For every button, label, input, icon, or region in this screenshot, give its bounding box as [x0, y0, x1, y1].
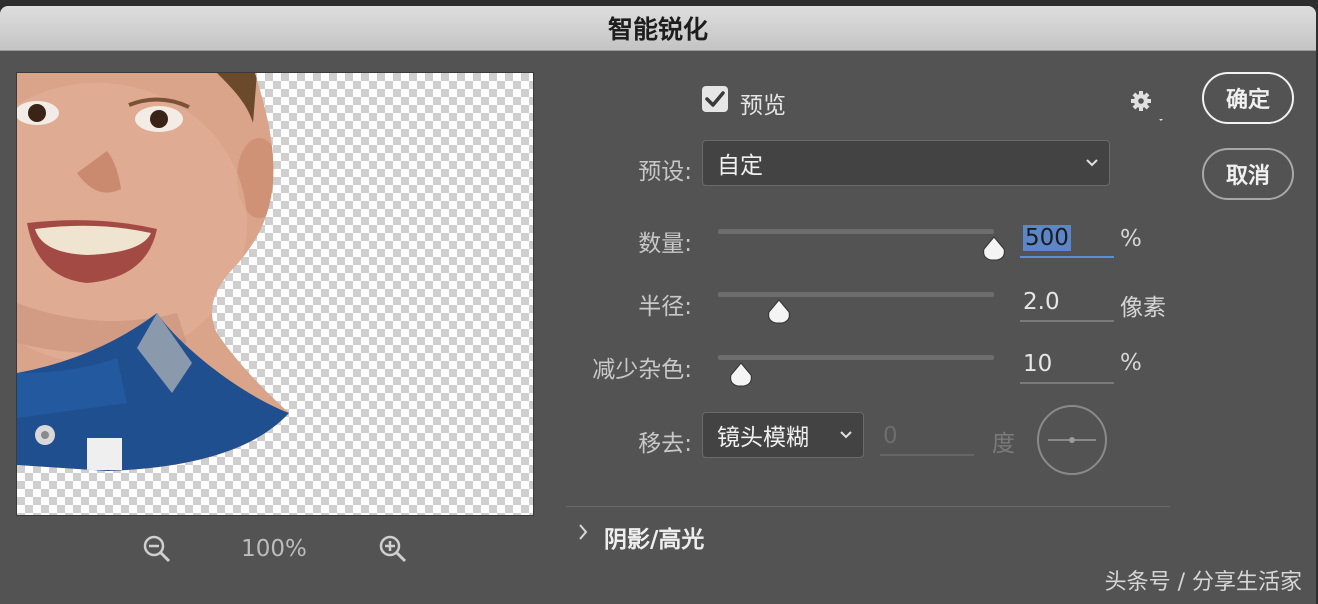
remove-label: 移去:: [638, 431, 692, 457]
zoom-level-readout: 100%: [241, 536, 307, 562]
reduce-noise-label: 减少杂色:: [592, 357, 692, 383]
angle-dial-icon[interactable]: [1036, 404, 1108, 476]
reduce-noise-unit: %: [1120, 350, 1142, 376]
preset-value: 自定: [717, 153, 763, 179]
radius-unit: 像素: [1120, 295, 1166, 321]
radius-label: 半径:: [638, 294, 692, 320]
section-divider: [566, 506, 1170, 507]
amount-slider-thumb[interactable]: [981, 236, 1007, 262]
remove-blur-type-value: 镜头模糊: [717, 425, 809, 451]
shadows-highlights-section-toggle[interactable]: 阴影/高光: [604, 520, 704, 554]
watermark-text: 头条号 / 分享生活家: [1104, 570, 1302, 595]
cancel-button[interactable]: 取消: [1202, 148, 1294, 200]
remove-blur-type-dropdown[interactable]: 镜头模糊: [702, 412, 864, 458]
zoom-out-icon[interactable]: [142, 534, 172, 564]
checkmark-icon: [705, 91, 725, 107]
reduce-noise-input[interactable]: 10: [1020, 348, 1114, 384]
preview-checkbox[interactable]: [702, 86, 728, 112]
amount-slider-track[interactable]: [718, 229, 994, 234]
boy-photo-cutout: [17, 73, 289, 471]
gear-icon[interactable]: [1128, 88, 1164, 124]
preview-checkbox-label[interactable]: 预览: [740, 86, 786, 120]
preset-label: 预设:: [638, 159, 692, 185]
zoom-controls: 100%: [16, 530, 532, 570]
angle-unit: 度: [992, 431, 1015, 457]
angle-input[interactable]: 0: [880, 420, 974, 456]
amount-unit: %: [1120, 226, 1142, 252]
chevron-down-icon: [1086, 159, 1098, 167]
preset-dropdown[interactable]: 自定: [702, 140, 1110, 186]
preview-canvas[interactable]: [16, 72, 534, 516]
radius-slider-track[interactable]: [718, 292, 994, 297]
radius-input[interactable]: 2.0: [1020, 286, 1114, 322]
ok-button[interactable]: 确定: [1202, 72, 1294, 124]
radius-slider-thumb[interactable]: [766, 299, 792, 325]
chevron-right-icon[interactable]: [576, 522, 590, 542]
smart-sharpen-dialog: 智能锐化 100% 预览 确定 取消 预设: 自定 数量: 500 % 半径: …: [0, 6, 1316, 604]
amount-input[interactable]: 500: [1020, 222, 1114, 258]
amount-label: 数量:: [638, 231, 692, 257]
reduce-noise-slider-thumb[interactable]: [728, 362, 754, 388]
dialog-title: 智能锐化: [0, 6, 1316, 51]
chevron-down-icon: [840, 431, 852, 439]
reduce-noise-slider-track[interactable]: [718, 355, 994, 360]
amount-input-value: 500: [1023, 225, 1071, 251]
zoom-in-icon[interactable]: [378, 534, 408, 564]
